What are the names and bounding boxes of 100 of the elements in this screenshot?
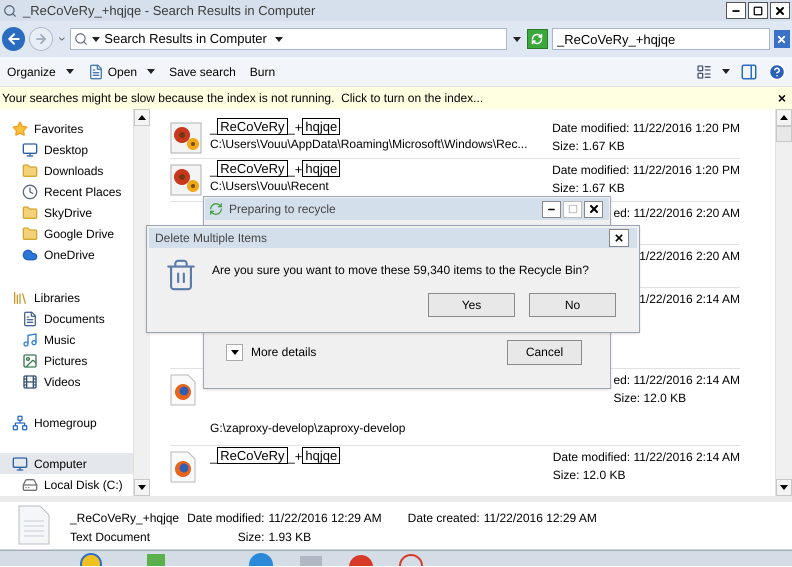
file-path: G:\zaproxy-develop\zaproxy-develop [210,420,406,437]
cancel-button[interactable]: Cancel [507,340,582,364]
flower-picture-icon [170,122,202,154]
file-size: Size: 1.67 KB [552,138,625,155]
info-close-button[interactable]: × [778,88,786,108]
library-icon [12,290,28,306]
sidebar-item[interactable]: Favorites [0,118,133,139]
restore-button[interactable] [748,2,768,19]
sidebar-item[interactable]: Homegroup [0,412,133,433]
close-icon [588,203,600,215]
date-modified: ed: 11/22/2016 2:14 AM [613,372,740,389]
preview-pane-icon[interactable] [740,62,758,80]
detail-label: Date created: [408,510,480,527]
scroll-up-button[interactable] [776,109,792,126]
clear-search-button[interactable] [774,30,790,48]
down-arrow-icon [780,485,788,490]
help-icon[interactable] [768,62,786,80]
dialog-button[interactable]: Yes [428,293,515,317]
network-icon [12,414,28,430]
cloud-icon [22,246,38,262]
music-icon [22,332,38,348]
sidebar-item[interactable]: Downloads [0,160,133,181]
sidebar-item[interactable]: SkyDrive [0,202,133,223]
computer-icon [12,456,28,472]
search-field[interactable]: _ReCoVeRy_+hqjqe [552,28,770,50]
scroll-thumb[interactable] [776,126,792,142]
close-button[interactable] [584,200,603,218]
info-bar[interactable]: Your searches might be slow because the index is not running. Click to turn on the index... × [0,87,792,109]
window-title: _ReCoVeRy_+hqjqe - Search Results in Computer [23,2,316,20]
folder-icon [22,226,38,242]
info-message: Your searches might be slow because the index is not running. Click to turn on the index... [2,90,484,107]
date-modified: 1/22/2016 2:14 AM [639,291,740,308]
sidebar-item[interactable]: Desktop [0,139,133,160]
clock-icon [22,184,38,200]
date-modified: ed: 11/22/2016 2:20 AM [613,205,740,222]
close-icon [774,4,786,16]
sidebar-item[interactable]: Libraries [0,287,133,308]
caret-icon [92,36,100,42]
sidebar-item[interactable]: Documents [0,308,133,329]
date-modified: Date modified: 11/22/2016 1:20 PM [552,162,740,179]
view-dropdown-icon[interactable] [722,69,730,74]
scroll-down-button[interactable] [776,479,792,496]
more-details-toggle[interactable]: More details [226,343,316,361]
desktop-icon [22,142,38,158]
address-field[interactable]: Search Results in Computer [70,28,507,50]
drive-icon [22,476,38,492]
back-button[interactable] [2,27,26,51]
sidebar-item[interactable]: Videos [0,371,133,392]
view-options-icon[interactable] [696,64,712,80]
sidebar-item[interactable]: OneDrive [0,244,133,265]
folder-icon [22,204,38,220]
file-type: Text Document [70,529,152,546]
up-arrow-icon [138,115,146,120]
notepad-icon [88,64,104,80]
minimize-button[interactable] [726,2,746,19]
film-icon [22,374,38,390]
detail-value: 1.93 KB [268,529,312,546]
file-path: C:\Users\Vouu\Recent [210,178,329,195]
sidebar-item[interactable]: Music [0,329,133,350]
toolbar-button[interactable]: Save search [169,60,250,84]
toolbar-button[interactable]: Organize [7,60,88,84]
file-size: Size: 12.0 KB [613,390,686,407]
folder-icon [22,162,38,178]
file-size: Size: 12.0 KB [552,467,626,484]
maximize-icon [568,204,578,214]
document-icon [22,310,38,326]
refresh-button[interactable] [526,29,548,49]
close-button[interactable] [770,2,790,19]
sidebar-item[interactable]: Recent Places [0,181,133,202]
file-path: C:\Users\Vouu\AppData\Roaming\Microsoft\Windows\Rec... [210,136,528,153]
file-name: _ReCoVeRy_+hqjqe [70,510,180,527]
dialog-button[interactable]: No [529,293,616,317]
scroll-up-button[interactable] [134,109,150,126]
date-modified: Date modified: 11/22/2016 1:20 PM [552,120,740,137]
search-icon [74,32,88,46]
toolbar-button[interactable]: Open [88,60,170,84]
file-size: Size: 1.67 KB [552,180,625,197]
star-icon [12,120,28,136]
address-dropdown-icon[interactable] [512,36,521,42]
detail-label: Size: [238,529,264,546]
detail-label: Date modified: [187,510,264,527]
date-modified: 1/22/2016 2:20 AM [639,248,740,265]
expand-icon [226,344,243,360]
sidebar-item[interactable]: Computer [0,453,133,474]
sidebar-item[interactable]: Local Disk (C:) [0,474,133,495]
scroll-down-button[interactable] [134,479,150,496]
refresh-icon [531,33,544,45]
text-document-icon [18,505,50,545]
dialog-title: Delete Multiple Items [155,230,268,247]
recycle-progress-icon [209,202,223,216]
sidebar-item[interactable]: Pictures [0,350,133,371]
caret-icon [66,69,74,74]
toolbar-button[interactable]: Burn [250,60,290,84]
flower-picture-icon [170,164,202,196]
detail-value: 11/22/2016 12:29 AM [268,510,382,527]
sidebar-item[interactable]: Google Drive [0,223,133,244]
close-button[interactable]: × [609,229,629,247]
search-icon [3,4,17,18]
up-arrow-icon [780,115,788,120]
detail-value: 11/22/2016 12:29 AM [484,510,597,527]
